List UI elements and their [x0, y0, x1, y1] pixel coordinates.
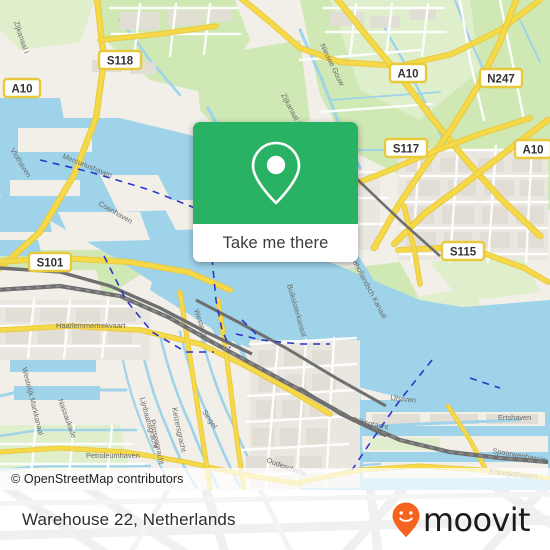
- svg-text:Haarlemmertrekvaart: Haarlemmertrekvaart: [56, 321, 125, 330]
- location-title: Warehouse 22, Netherlands: [22, 510, 236, 529]
- footer-bar: Warehouse 22, Netherlands moovit: [0, 490, 550, 550]
- svg-text:A10: A10: [397, 68, 418, 80]
- map-attribution-bar: © OpenStreetMap contributors: [0, 468, 550, 490]
- map-pin-icon: [251, 141, 300, 205]
- svg-text:S118: S118: [107, 55, 134, 67]
- svg-text:Petroleumhaven: Petroleumhaven: [86, 451, 140, 460]
- moovit-logo[interactable]: moovit: [391, 501, 531, 539]
- svg-text:S117: S117: [393, 143, 419, 155]
- take-me-there-label: Take me there: [222, 233, 329, 252]
- card-cta-area[interactable]: Take me there: [193, 224, 358, 262]
- svg-text:N247: N247: [487, 73, 515, 85]
- moovit-smiley-pin-icon: [392, 502, 420, 538]
- svg-text:S115: S115: [450, 246, 477, 258]
- svg-text:S101: S101: [37, 257, 64, 269]
- take-me-there-card[interactable]: Take me there: [193, 122, 358, 262]
- svg-text:A10: A10: [11, 83, 32, 95]
- svg-text:A10: A10: [522, 144, 543, 156]
- moovit-location-card: .w{fill:#9ed3ea} .land{fill:#f2efe9} .gr…: [0, 0, 550, 550]
- card-icon-area: [193, 122, 358, 224]
- moovit-wordmark: moovit: [422, 501, 531, 539]
- osm-attribution-text[interactable]: © OpenStreetMap contributors: [0, 472, 184, 486]
- svg-text:Ertshaven: Ertshaven: [498, 413, 531, 422]
